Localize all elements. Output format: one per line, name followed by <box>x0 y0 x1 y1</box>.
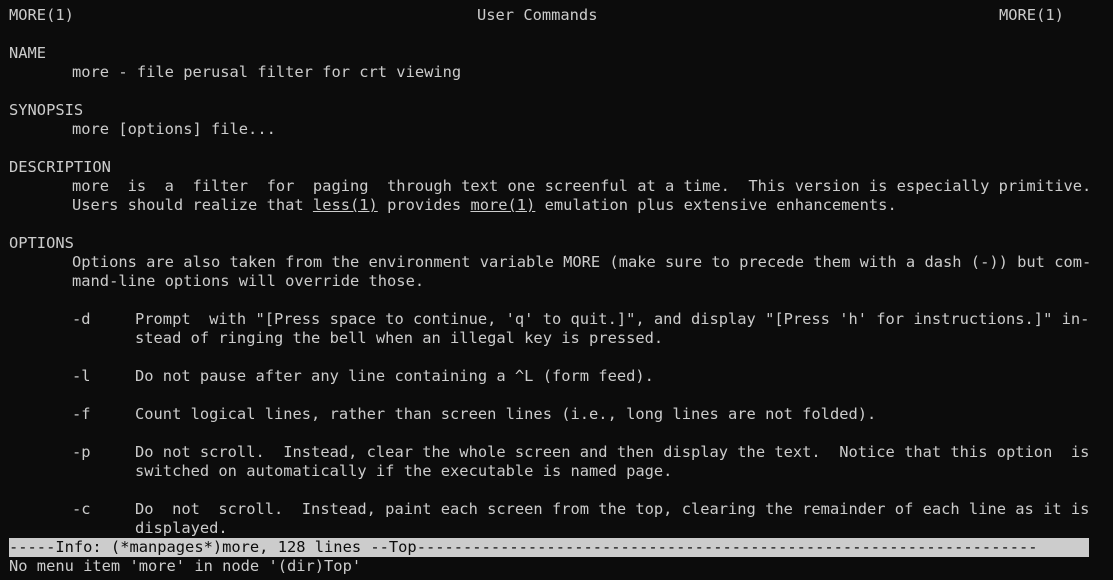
option-flag-f: -f <box>72 405 91 423</box>
man-header-left: MORE(1) <box>9 6 74 24</box>
option-flag-d: -d <box>72 310 91 328</box>
terminal-window[interactable]: MORE(1) User Commands MORE(1) NAME more … <box>0 0 1113 580</box>
description-text: provides <box>377 196 471 214</box>
name-text: more - file perusal filter for crt viewi… <box>72 63 462 81</box>
section-heading-synopsis: SYNOPSIS <box>9 101 84 119</box>
options-intro-line-2: mand-line options will override those. <box>72 272 425 290</box>
option-desc-f-line-1: Count logical lines, rather than screen … <box>135 405 877 423</box>
option-desc-l-line-1: Do not pause after any line containing a… <box>135 367 654 385</box>
option-desc-d-line-2: stead of ringing the bell when an illega… <box>135 329 664 347</box>
option-desc-c-line-1: Do not scroll. Instead, paint each scree… <box>135 500 1090 518</box>
description-text: Users should realize that <box>72 196 313 214</box>
option-flag-l: -l <box>72 367 91 385</box>
description-text: emulation plus extensive enhancements. <box>535 196 897 214</box>
section-heading-description: DESCRIPTION <box>9 158 111 176</box>
options-intro-line-1: Options are also taken from the environm… <box>72 253 1092 271</box>
description-line-2: Users should realize that less(1) provid… <box>72 196 897 215</box>
man-header-right: MORE(1) <box>999 6 1064 24</box>
option-desc-p-line-2: switched on automatically if the executa… <box>135 462 673 480</box>
option-desc-p-line-1: Do not scroll. Instead, clear the whole … <box>135 443 1090 461</box>
section-heading-name: NAME <box>9 44 47 62</box>
option-desc-d-line-1: Prompt with "[Press space to continue, '… <box>135 310 1090 328</box>
info-mode-line: -----Info: (*manpages*)more, 128 lines -… <box>9 538 1089 557</box>
echo-area-message[interactable]: No menu item 'more' in node '(dir)Top' <box>9 557 361 576</box>
option-flag-c: -c <box>72 500 91 518</box>
option-desc-c-line-2: displayed. <box>135 519 228 537</box>
man-header-center: User Commands <box>477 6 598 24</box>
synopsis-text: more [options] file... <box>72 120 276 138</box>
section-heading-options: OPTIONS <box>9 234 74 252</box>
link-more[interactable]: more(1) <box>470 196 535 214</box>
link-less[interactable]: less(1) <box>313 196 378 214</box>
option-flag-p: -p <box>72 443 91 461</box>
description-line-1: more is a filter for paging through text… <box>72 177 1092 195</box>
